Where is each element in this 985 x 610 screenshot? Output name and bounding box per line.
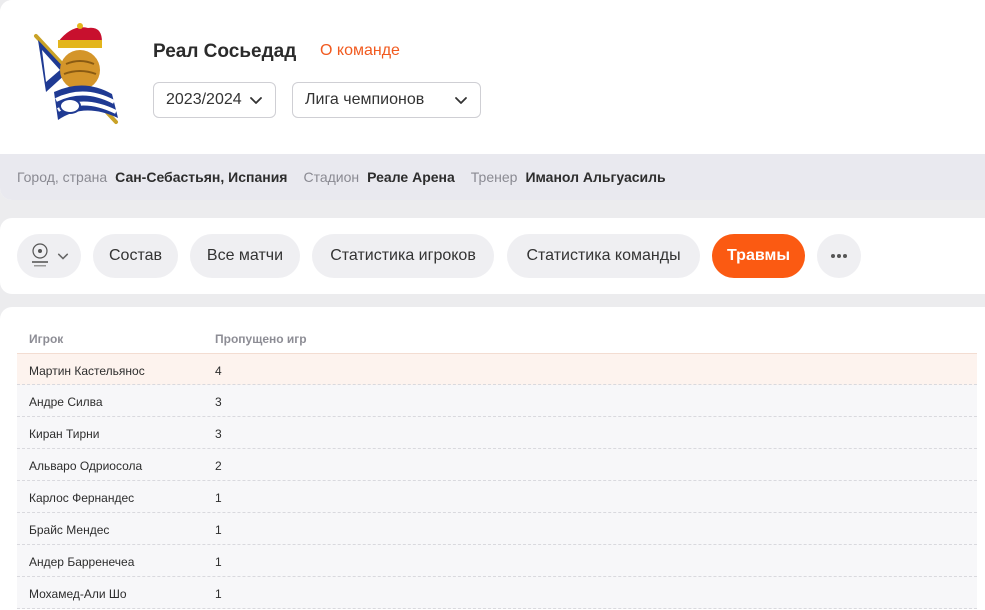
missed-games: 2 — [215, 459, 222, 473]
stadium-label: Стадион — [303, 169, 360, 185]
tab-injuries[interactable]: Травмы — [712, 234, 805, 278]
table-row[interactable]: Андре Силва 3 — [17, 385, 977, 417]
about-team-link[interactable]: О команде — [320, 42, 400, 60]
tab-sostav[interactable]: Состав — [93, 234, 178, 278]
table-row[interactable]: Андер Барренечеа 1 — [17, 545, 977, 577]
coach-label: Тренер — [470, 169, 518, 185]
team-header: Реал Сосьедад О команде 2023/2024 Лига ч… — [0, 0, 985, 200]
league-select[interactable]: Лига чемпионов — [292, 82, 481, 118]
table-row[interactable]: Мартин Кастельянос 4 — [17, 353, 977, 385]
more-dots-icon — [831, 254, 847, 258]
chevron-down-icon — [57, 253, 69, 260]
team-logo-icon — [34, 23, 118, 124]
chevron-down-icon — [455, 97, 467, 104]
player-name[interactable]: Андре Силва — [29, 395, 103, 409]
missed-games: 1 — [215, 587, 222, 601]
missed-games: 3 — [215, 427, 222, 441]
team-header-top: Реал Сосьедад О команде 2023/2024 Лига ч… — [0, 0, 985, 154]
team-name: Реал Сосьедад — [153, 41, 297, 62]
league-filter-button[interactable] — [17, 234, 81, 278]
team-nav: Состав Все матчи Статистика игроков Стат… — [0, 218, 985, 294]
table-header: Игрок Пропущено игр — [17, 327, 977, 353]
header-player: Игрок — [29, 332, 64, 346]
coach-value: Иманол Альгуасиль — [525, 169, 666, 185]
league-value: Лига чемпионов — [305, 91, 425, 108]
stadium-value: Реале Арена — [367, 169, 455, 185]
player-name[interactable]: Андер Барренечеа — [29, 555, 134, 569]
table-row[interactable]: Киран Тирни 3 — [17, 417, 977, 449]
missed-games: 1 — [215, 523, 222, 537]
more-menu-button[interactable] — [817, 234, 861, 278]
city-label: Город, страна — [17, 169, 108, 185]
city-value: Сан-Себастьян, Испания — [115, 169, 288, 185]
tab-all-matches[interactable]: Все матчи — [190, 234, 300, 278]
table-body: Мартин Кастельянос 4 Андре Силва 3 Киран… — [17, 353, 977, 609]
season-value: 2023/2024 — [166, 91, 242, 108]
player-name[interactable]: Киран Тирни — [29, 427, 100, 441]
player-name[interactable]: Карлос Фернандес — [29, 491, 134, 505]
missed-games: 1 — [215, 491, 222, 505]
player-name[interactable]: Мохамед-Али Шо — [29, 587, 127, 601]
season-select[interactable]: 2023/2024 — [153, 82, 276, 118]
table-row[interactable]: Альваро Одриосола 2 — [17, 449, 977, 481]
missed-games: 1 — [215, 555, 222, 569]
chevron-down-icon — [250, 97, 262, 104]
header-missed: Пропущено игр — [215, 332, 307, 346]
champions-league-icon — [32, 243, 48, 267]
table-row[interactable]: Карлос Фернандес 1 — [17, 481, 977, 513]
player-name[interactable]: Мартин Кастельянос — [29, 364, 145, 378]
tab-team-stats[interactable]: Статистика команды — [507, 234, 700, 278]
player-name[interactable]: Брайс Мендес — [29, 523, 109, 537]
tab-player-stats[interactable]: Статистика игроков — [312, 234, 494, 278]
injuries-table: Игрок Пропущено игр Мартин Кастельянос 4… — [0, 307, 985, 610]
missed-games: 3 — [215, 395, 222, 409]
player-name[interactable]: Альваро Одриосола — [29, 459, 142, 473]
table-row[interactable]: Мохамед-Али Шо 1 — [17, 577, 977, 609]
team-info-bar: Город, страна Сан-Себастьян, Испания Ста… — [0, 154, 985, 200]
missed-games: 4 — [215, 364, 222, 378]
table-row[interactable]: Брайс Мендес 1 — [17, 513, 977, 545]
